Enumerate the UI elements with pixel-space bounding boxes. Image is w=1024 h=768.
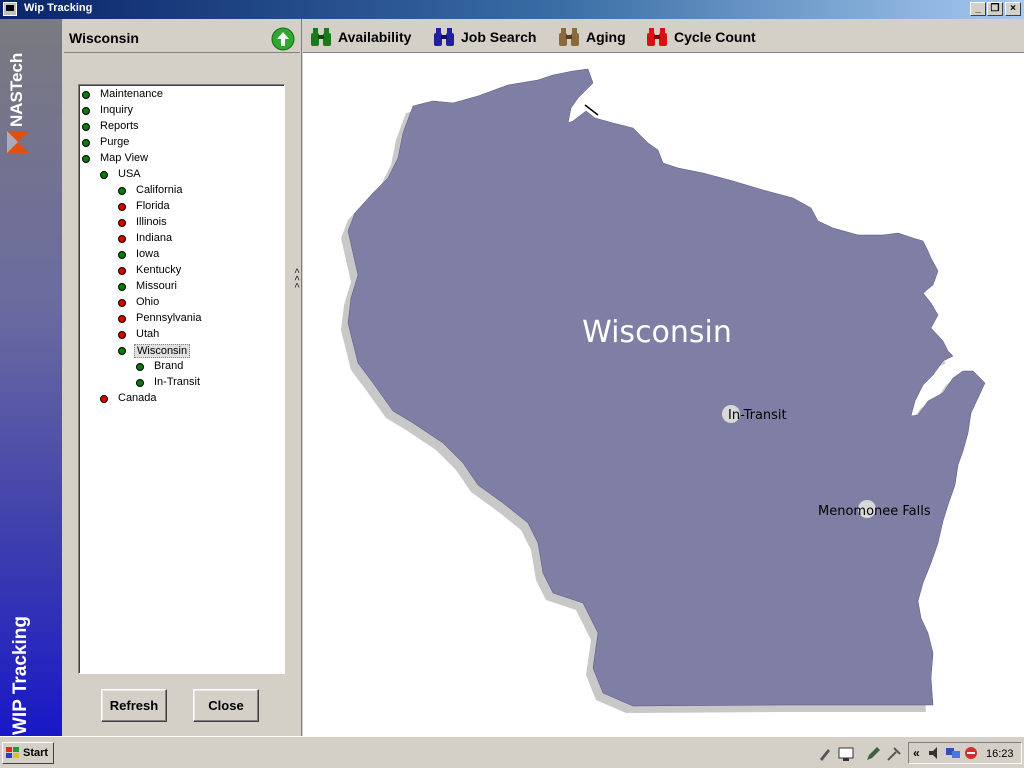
tree-node-label: Map View	[100, 152, 149, 164]
monitor-icon[interactable]	[838, 746, 854, 762]
tree-node-label: Florida	[136, 200, 170, 212]
speaker-icon[interactable]	[927, 745, 943, 761]
title-bar: Wip Tracking _ ❐ ×	[0, 0, 1024, 19]
status-dot-icon	[136, 363, 144, 371]
pen-icon[interactable]	[817, 746, 833, 762]
map-view[interactable]: Wisconsin In-Transit Menomonee Falls	[303, 53, 1024, 736]
tree-node-label: In-Transit	[154, 376, 201, 388]
binoculars-brown-icon	[559, 28, 579, 46]
availability-label: Availability	[338, 29, 412, 45]
status-dot-icon	[100, 395, 108, 403]
status-dot-icon	[118, 251, 126, 259]
tray-expand-chevron[interactable]: «	[913, 746, 920, 760]
restore-button[interactable]: ❐	[987, 2, 1003, 16]
navigation-tree: Maintenance Inquiry Reports Purge Map View US…	[78, 84, 285, 674]
job-search-button[interactable]: Job Search	[433, 27, 543, 47]
brand-bar: NASTech WIP Tracking	[0, 19, 62, 736]
binoculars-red-icon	[647, 28, 667, 46]
tree-node-label: Utah	[136, 328, 160, 340]
status-dot-icon	[118, 219, 126, 227]
navigation-panel: Wisconsin Maintenance Inquiry Reports Purge…	[62, 19, 302, 736]
tools-icon[interactable]	[886, 746, 902, 762]
tree-node-label: USA	[118, 168, 141, 180]
state-label: Wisconsin	[582, 315, 732, 350]
brand-logo: NASTech	[7, 52, 26, 127]
splitter-handle[interactable]: <<<	[292, 268, 302, 290]
tree-node-label: Reports	[100, 120, 139, 132]
security-alert-icon[interactable]	[963, 745, 979, 761]
location-label-in-transit: In-Transit	[728, 408, 787, 423]
status-dot-icon	[118, 267, 126, 275]
clock[interactable]: 16:23	[986, 748, 1014, 760]
availability-button[interactable]: Availability	[310, 27, 420, 47]
location-marker-in-transit[interactable]: In-Transit	[722, 405, 787, 423]
status-dot-icon	[82, 91, 90, 99]
close-window-button[interactable]: ×	[1005, 2, 1021, 16]
app-icon	[3, 2, 17, 16]
panel-header: Wisconsin	[64, 21, 300, 53]
status-dot-icon	[118, 331, 126, 339]
panel-title: Wisconsin	[69, 30, 139, 46]
status-dot-icon	[118, 203, 126, 211]
aging-button[interactable]: Aging	[558, 27, 638, 47]
tree-node-label: Purge	[100, 136, 130, 148]
taskbar: Start « 16:23	[0, 736, 1024, 768]
tree-node-label: Illinois	[136, 216, 167, 228]
cycle-count-button[interactable]: Cycle Count	[646, 27, 766, 47]
map-canvas[interactable]: Wisconsin In-Transit Menomonee Falls	[303, 53, 1024, 736]
edit-icon[interactable]	[865, 746, 881, 762]
up-arrow-icon[interactable]	[271, 27, 295, 51]
status-dot-icon	[118, 235, 126, 243]
brand-app-title: WIP Tracking	[10, 616, 31, 735]
binoculars-green-icon	[311, 28, 331, 46]
status-dot-icon	[100, 171, 108, 179]
start-label: Start	[23, 747, 49, 759]
tree-node-label: California	[136, 184, 183, 196]
status-dot-icon	[82, 155, 90, 163]
tree-node-label: Indiana	[136, 232, 173, 244]
cycle-count-label: Cycle Count	[674, 29, 756, 45]
status-dot-icon	[118, 315, 126, 323]
status-dot-icon	[82, 139, 90, 147]
location-label-menomonee-falls: Menomonee Falls	[818, 504, 931, 519]
toolbar: Availability Job Search Aging Cycle Coun…	[303, 19, 1024, 53]
binoculars-blue-icon	[434, 28, 454, 46]
tree-node-label: Ohio	[136, 296, 160, 308]
tree-node-label: Maintenance	[100, 88, 163, 100]
tree-node-label: Wisconsin	[134, 344, 191, 358]
state-shape	[347, 68, 986, 707]
status-dot-icon	[118, 187, 126, 195]
network-icon[interactable]	[945, 745, 961, 761]
tree-node-label: Kentucky	[136, 264, 182, 276]
tree-node-label: Missouri	[136, 280, 177, 292]
job-search-label: Job Search	[461, 29, 537, 45]
refresh-button[interactable]: Refresh	[101, 689, 167, 722]
status-dot-icon	[82, 107, 90, 115]
windows-logo-icon	[6, 747, 19, 758]
window-title: Wip Tracking	[24, 2, 93, 14]
minimize-button[interactable]: _	[970, 2, 986, 16]
status-dot-icon	[118, 347, 126, 355]
tree-node-label: Inquiry	[100, 104, 134, 116]
tree-node-label: Canada	[118, 392, 157, 404]
system-tray: « 16:23	[908, 742, 1022, 764]
status-dot-icon	[118, 299, 126, 307]
tree-node-label: Pennsylvania	[136, 312, 202, 324]
tree-node-label: Brand	[154, 360, 184, 372]
logo-mark-icon	[7, 131, 29, 153]
status-dot-icon	[82, 123, 90, 131]
close-button[interactable]: Close	[193, 689, 259, 722]
status-dot-icon	[118, 283, 126, 291]
status-dot-icon	[136, 379, 144, 387]
aging-label: Aging	[586, 29, 626, 45]
start-button[interactable]: Start	[2, 742, 54, 764]
tree-node-label: Iowa	[136, 248, 160, 260]
